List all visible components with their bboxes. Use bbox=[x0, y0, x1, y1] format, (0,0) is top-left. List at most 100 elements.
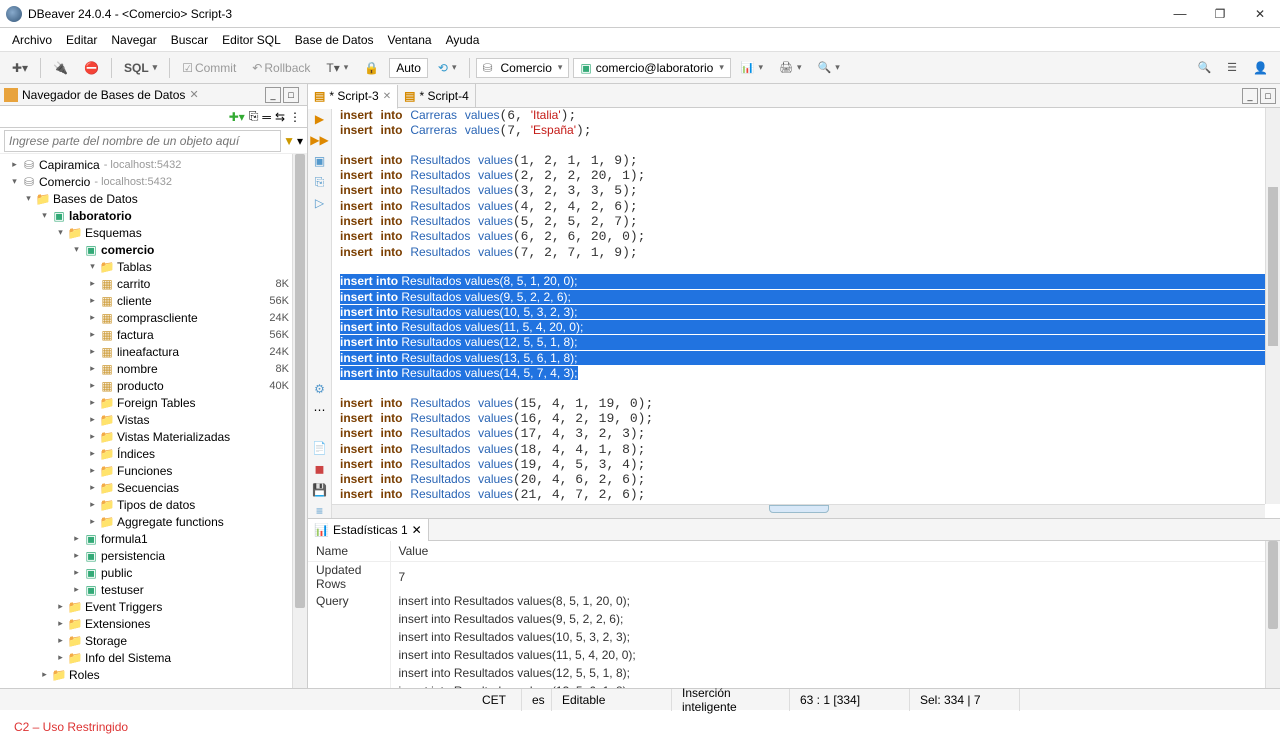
global-search-icon[interactable] bbox=[1191, 59, 1217, 76]
status-tz: CET bbox=[472, 689, 522, 711]
results-tab-icon: 📊 bbox=[314, 523, 329, 537]
tree-node-producto[interactable]: ▸▦producto40K bbox=[0, 377, 307, 394]
menu-ventana[interactable]: Ventana bbox=[382, 31, 438, 49]
tree-node-tablas[interactable]: ▾📁Tablas bbox=[0, 258, 307, 275]
maximize-view-icon[interactable]: □ bbox=[283, 87, 299, 103]
copy-icon[interactable]: ⎘ bbox=[249, 109, 259, 124]
editor-min-icon[interactable]: _ bbox=[1242, 88, 1258, 104]
print-icon[interactable] bbox=[773, 59, 808, 76]
explain-icon[interactable]: ▣ bbox=[312, 154, 328, 169]
sash-handle[interactable] bbox=[769, 505, 829, 513]
more-icon[interactable]: ⋮ bbox=[289, 110, 301, 124]
menu-editor sql[interactable]: Editor SQL bbox=[216, 31, 287, 49]
tree-scrollbar[interactable] bbox=[292, 154, 307, 688]
navigator-search-input[interactable] bbox=[4, 130, 281, 152]
editor-vscroll[interactable] bbox=[1265, 108, 1280, 504]
new-folder-icon[interactable]: ✚▾ bbox=[229, 110, 245, 124]
editor-max-icon[interactable]: □ bbox=[1260, 88, 1276, 104]
tree-node-comercio[interactable]: ▾⛁Comercio- localhost:5432 bbox=[0, 173, 307, 190]
list-icon[interactable]: ≡ bbox=[312, 503, 328, 518]
close-button[interactable]: ✕ bbox=[1240, 0, 1280, 28]
save-icon[interactable]: 💾 bbox=[312, 482, 328, 497]
tree-node-factura[interactable]: ▸▦factura56K bbox=[0, 326, 307, 343]
search-icon[interactable] bbox=[812, 59, 846, 76]
tree-node-vistas[interactable]: ▸📁Vistas bbox=[0, 411, 307, 428]
stop-icon[interactable]: ◼ bbox=[312, 461, 328, 476]
sql-editor[interactable]: insert into Carreras values(6, 'Italia')… bbox=[332, 108, 1280, 503]
load-icon[interactable]: ⎘ bbox=[312, 175, 328, 190]
page-icon[interactable]: 📄 bbox=[312, 440, 328, 455]
status-locale: es bbox=[522, 689, 552, 711]
tree-node-capiramica[interactable]: ▸⛁Capiramica- localhost:5432 bbox=[0, 156, 307, 173]
tree-node-storage[interactable]: ▸📁Storage bbox=[0, 632, 307, 649]
tree-node-public[interactable]: ▸▣public bbox=[0, 564, 307, 581]
tree-node-event-triggers[interactable]: ▸📁Event Triggers bbox=[0, 598, 307, 615]
editor-tab[interactable]: ▤* Script-3✕ bbox=[308, 85, 398, 109]
tree-node-comprascliente[interactable]: ▸▦comprascliente24K bbox=[0, 309, 307, 326]
user-icon[interactable]: 👤 bbox=[1247, 59, 1274, 77]
results-scroll[interactable] bbox=[1265, 541, 1280, 688]
tree-node-aggregate-functions[interactable]: ▸📁Aggregate functions bbox=[0, 513, 307, 530]
tree-node-tipos-de-datos[interactable]: ▸📁Tipos de datos bbox=[0, 496, 307, 513]
tree-node-vistas-materializadas[interactable]: ▸📁Vistas Materializadas bbox=[0, 428, 307, 445]
tree-node-extensiones[interactable]: ▸📁Extensiones bbox=[0, 615, 307, 632]
editor-hscroll[interactable] bbox=[332, 504, 1265, 518]
execute-script-icon[interactable]: ▶▶ bbox=[312, 133, 328, 148]
tree-node-funciones[interactable]: ▸📁Funciones bbox=[0, 462, 307, 479]
tab-close-icon[interactable]: ✕ bbox=[383, 91, 391, 102]
execute-icon[interactable]: ▶ bbox=[312, 112, 328, 127]
tree-node-cliente[interactable]: ▸▦cliente56K bbox=[0, 292, 307, 309]
tree-node-info-del-sistema[interactable]: ▸📁Info del Sistema bbox=[0, 649, 307, 666]
tree-node-comercio[interactable]: ▾▣comercio bbox=[0, 241, 307, 258]
tree-node-foreign-tables[interactable]: ▸📁Foreign Tables bbox=[0, 394, 307, 411]
results-tab-label[interactable]: Estadísticas 1 bbox=[333, 523, 408, 537]
navigator-tree[interactable]: ▸⛁Capiramica- localhost:5432▾⛁Comercio- … bbox=[0, 154, 307, 688]
rollback-button[interactable]: ↶ Rollback bbox=[246, 59, 316, 77]
lock-icon: 🔒 bbox=[358, 59, 385, 77]
tx-button[interactable]: T▾ bbox=[320, 59, 354, 77]
run-icon[interactable]: ▷ bbox=[312, 196, 328, 211]
tree-node-lineafactura[interactable]: ▸▦lineafactura24K bbox=[0, 343, 307, 360]
settings-icon[interactable]: ⚙ bbox=[312, 381, 328, 396]
menu-ayuda[interactable]: Ayuda bbox=[440, 31, 486, 49]
filter-menu-icon[interactable]: ▾ bbox=[297, 134, 303, 148]
tree-node-bases-de-datos[interactable]: ▾📁Bases de Datos bbox=[0, 190, 307, 207]
collapse-icon[interactable]: ═ bbox=[262, 110, 271, 124]
history-button[interactable]: ⟲ bbox=[432, 59, 463, 77]
tree-node-índices[interactable]: ▸📁Índices bbox=[0, 445, 307, 462]
close-view-button[interactable]: ✕ bbox=[189, 88, 198, 101]
connect-button[interactable]: 🔌 bbox=[47, 59, 74, 77]
auto-combo[interactable]: Auto bbox=[389, 58, 428, 78]
filter-icon[interactable]: ▼ bbox=[283, 134, 295, 148]
tree-node-formula1[interactable]: ▸▣formula1 bbox=[0, 530, 307, 547]
editor-tab[interactable]: ▤* Script-4 bbox=[398, 84, 476, 108]
connection-combo[interactable]: Comercio bbox=[476, 58, 570, 78]
menu-editar[interactable]: Editar bbox=[60, 31, 103, 49]
commit-button[interactable]: ☑ Commit bbox=[176, 59, 242, 77]
perspective-icon[interactable] bbox=[1221, 59, 1243, 76]
chart-icon[interactable] bbox=[735, 59, 769, 76]
tree-node-testuser[interactable]: ▸▣testuser bbox=[0, 581, 307, 598]
tree-node-laboratorio[interactable]: ▾▣laboratorio bbox=[0, 207, 307, 224]
new-connection-button[interactable]: ✚▾ bbox=[6, 59, 34, 77]
dots-icon[interactable]: ⋯ bbox=[312, 402, 328, 417]
minimize-button[interactable]: — bbox=[1160, 0, 1200, 28]
minimize-view-icon[interactable]: _ bbox=[265, 87, 281, 103]
database-combo[interactable]: ▣ comercio@laboratorio bbox=[573, 58, 730, 78]
menu-buscar[interactable]: Buscar bbox=[165, 31, 214, 49]
tree-node-nombre[interactable]: ▸▦nombre8K bbox=[0, 360, 307, 377]
tree-node-secuencias[interactable]: ▸📁Secuencias bbox=[0, 479, 307, 496]
maximize-button[interactable]: ❐ bbox=[1200, 0, 1240, 28]
tree-node-carrito[interactable]: ▸▦carrito8K bbox=[0, 275, 307, 292]
menu-archivo[interactable]: Archivo bbox=[6, 31, 58, 49]
tree-node-esquemas[interactable]: ▾📁Esquemas bbox=[0, 224, 307, 241]
results-grid[interactable]: NameValue Updated Rows7 Queryinsert into… bbox=[308, 541, 1280, 688]
menu-base de datos[interactable]: Base de Datos bbox=[289, 31, 380, 49]
tree-node-roles[interactable]: ▸📁Roles bbox=[0, 666, 307, 683]
link-icon[interactable]: ⇆ bbox=[275, 110, 285, 124]
results-tab-close[interactable]: ✕ bbox=[412, 523, 422, 537]
sql-editor-button[interactable]: SQL bbox=[118, 59, 163, 77]
disconnect-button[interactable]: ⛔ bbox=[78, 59, 105, 77]
tree-node-persistencia[interactable]: ▸▣persistencia bbox=[0, 547, 307, 564]
menu-navegar[interactable]: Navegar bbox=[105, 31, 162, 49]
